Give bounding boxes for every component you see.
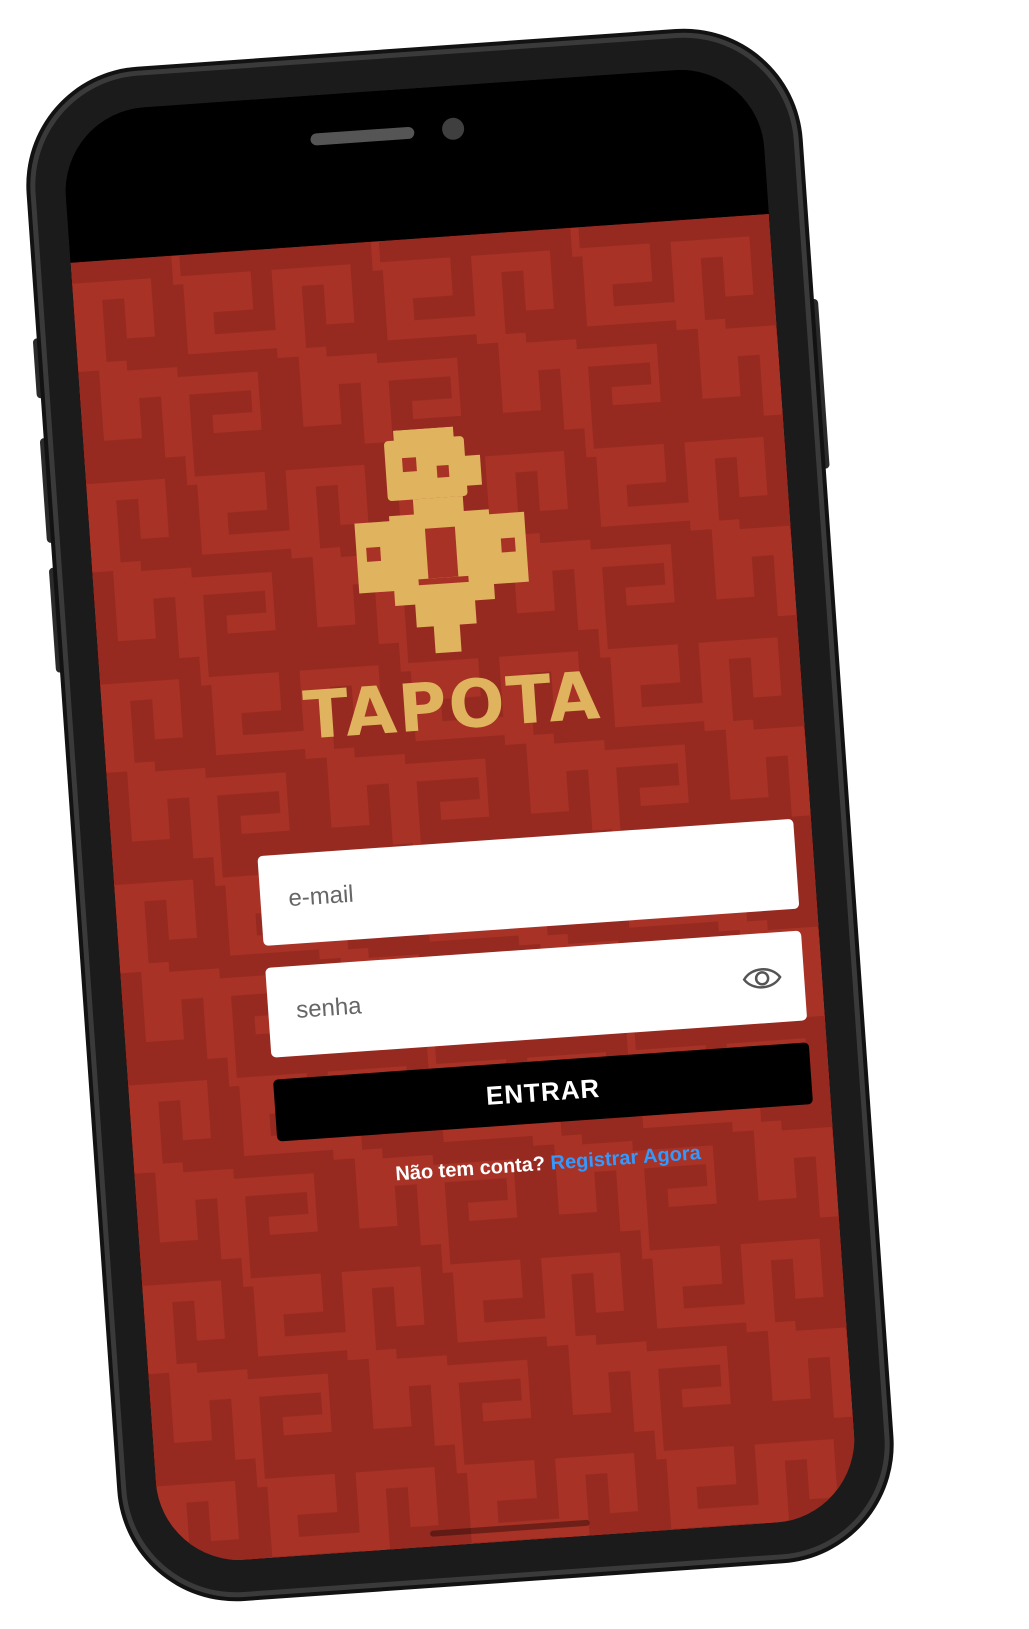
password-field-wrapper [265,930,808,1058]
phone-body: TAPOTA ENTRAR Não te [27,30,893,1600]
password-field[interactable] [265,930,808,1058]
phone-mockup: TAPOTA ENTRAR Não te [27,30,893,1600]
login-button[interactable]: ENTRAR [273,1042,814,1142]
login-screen: TAPOTA ENTRAR Não te [70,213,860,1566]
brand-logo: TAPOTA [283,417,604,755]
stage: TAPOTA ENTRAR Não te [0,0,1029,1629]
phone-screen: TAPOTA ENTRAR Não te [60,64,860,1566]
login-form: ENTRAR Não tem conta? Registrar Agora [257,818,816,1195]
tapota-mascot-icon [354,426,529,654]
eye-icon[interactable] [741,962,783,995]
